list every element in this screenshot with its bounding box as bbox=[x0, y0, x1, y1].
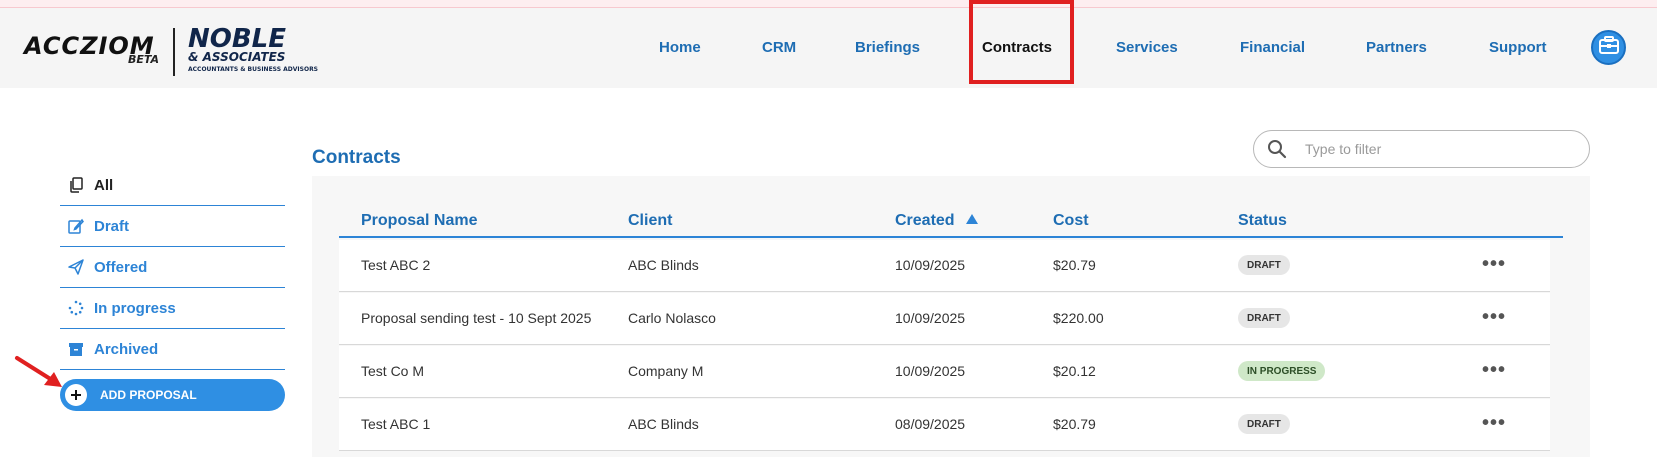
table-row[interactable]: Test ABC 1 ABC Blinds 08/09/2025 $20.79 … bbox=[339, 399, 1550, 451]
status-badge: DRAFT bbox=[1238, 308, 1290, 328]
nav-briefings[interactable]: Briefings bbox=[855, 39, 920, 56]
cell-cost: $220.00 bbox=[1053, 310, 1104, 326]
plus-icon bbox=[65, 384, 87, 406]
table-row[interactable]: Test ABC 2 ABC Blinds 10/09/2025 $20.79 … bbox=[339, 240, 1550, 292]
partner-name: NOBLE bbox=[188, 24, 287, 54]
cell-created: 10/09/2025 bbox=[895, 310, 966, 326]
table-row[interactable]: Test Co M Company M 10/09/2025 $20.12 IN… bbox=[339, 346, 1550, 398]
cell-proposal-name: Proposal sending test - 10 Sept 2025 bbox=[361, 310, 592, 326]
status-badge: IN PROGRESS bbox=[1238, 361, 1326, 381]
column-created[interactable]: Created bbox=[895, 212, 979, 230]
edit-icon bbox=[68, 218, 84, 234]
row-menu-button[interactable]: ••• bbox=[1482, 360, 1506, 380]
nav-crm[interactable]: CRM bbox=[762, 39, 796, 56]
nav-services[interactable]: Services bbox=[1116, 39, 1178, 56]
sidebar-item-label: Offered bbox=[94, 258, 148, 276]
logo-divider bbox=[173, 28, 175, 76]
archive-icon bbox=[68, 341, 84, 357]
sidebar-item-offered[interactable]: Offered bbox=[60, 247, 285, 288]
add-proposal-label: ADD PROPOSAL bbox=[100, 388, 197, 402]
cell-client: Carlo Nolasco bbox=[628, 310, 716, 326]
sidebar-item-archived[interactable]: Archived bbox=[60, 329, 285, 370]
partner-tagline: ACCOUNTANTS & BUSINESS ADVISORS bbox=[188, 66, 319, 73]
red-arrow-annotation bbox=[15, 356, 62, 387]
cell-created: 10/09/2025 bbox=[895, 363, 966, 379]
user-avatar-button[interactable] bbox=[1591, 30, 1626, 65]
sidebar-item-in-progress[interactable]: In progress bbox=[60, 288, 285, 329]
cell-cost: $20.12 bbox=[1053, 363, 1096, 379]
sidebar-item-label: Archived bbox=[94, 340, 159, 358]
column-cost[interactable]: Cost bbox=[1053, 212, 1089, 230]
table-header: Proposal Name Client Created Cost Status bbox=[339, 212, 1563, 238]
cell-cost: $20.79 bbox=[1053, 416, 1096, 432]
send-icon bbox=[68, 259, 84, 275]
sidebar-item-all[interactable]: All bbox=[60, 165, 285, 206]
cell-proposal-name: Test ABC 2 bbox=[361, 257, 431, 273]
sidebar-item-label: Draft bbox=[94, 217, 130, 235]
cell-client: Company M bbox=[628, 363, 704, 379]
column-proposal-name[interactable]: Proposal Name bbox=[361, 212, 477, 230]
contracts-table: Proposal Name Client Created Cost Status… bbox=[312, 176, 1590, 457]
nav-partners[interactable]: Partners bbox=[1366, 39, 1427, 56]
beta-label: BETA bbox=[128, 53, 160, 66]
cell-proposal-name: Test ABC 1 bbox=[361, 416, 431, 432]
cell-client: ABC Blinds bbox=[628, 416, 699, 432]
column-client[interactable]: Client bbox=[628, 212, 672, 230]
nav-support[interactable]: Support bbox=[1489, 39, 1547, 56]
cell-created: 10/09/2025 bbox=[895, 257, 966, 273]
row-menu-button[interactable]: ••• bbox=[1482, 413, 1506, 433]
top-accent-line bbox=[0, 0, 1657, 8]
partner-sub: & ASSOCIATES bbox=[188, 50, 286, 64]
cell-client: ABC Blinds bbox=[628, 257, 699, 273]
search-icon bbox=[1267, 139, 1287, 159]
sort-ascending-icon bbox=[966, 214, 979, 224]
nav-home[interactable]: Home bbox=[659, 39, 701, 56]
filter-input[interactable] bbox=[1305, 141, 1575, 157]
top-navbar: ACCZIOM BETA NOBLE & ASSOCIATES ACCOUNTA… bbox=[0, 8, 1657, 88]
row-menu-button[interactable]: ••• bbox=[1482, 254, 1506, 274]
spinner-icon bbox=[68, 300, 84, 316]
sidebar-item-label: All bbox=[94, 176, 114, 194]
sidebar-item-label: In progress bbox=[94, 299, 176, 317]
contracts-highlight-box bbox=[969, 0, 1074, 84]
sidebar-item-draft[interactable]: Draft bbox=[60, 206, 285, 247]
column-status[interactable]: Status bbox=[1238, 212, 1287, 230]
filter-search-box[interactable] bbox=[1253, 130, 1590, 168]
briefcase-icon bbox=[1598, 36, 1619, 59]
page-title: Contracts bbox=[312, 147, 401, 168]
status-badge: DRAFT bbox=[1238, 255, 1290, 275]
row-menu-button[interactable]: ••• bbox=[1482, 307, 1506, 327]
nav-financial[interactable]: Financial bbox=[1240, 39, 1305, 56]
cell-proposal-name: Test Co M bbox=[361, 363, 425, 379]
cell-created: 08/09/2025 bbox=[895, 416, 966, 432]
column-created-label: Created bbox=[895, 212, 955, 229]
cell-cost: $20.79 bbox=[1053, 257, 1096, 273]
sidebar: All Draft Offered In progress Archived bbox=[60, 165, 285, 370]
copy-icon bbox=[68, 177, 84, 193]
table-row[interactable]: Proposal sending test - 10 Sept 2025 Car… bbox=[339, 293, 1550, 345]
status-badge: DRAFT bbox=[1238, 414, 1290, 434]
add-proposal-button[interactable]: ADD PROPOSAL bbox=[60, 379, 285, 411]
